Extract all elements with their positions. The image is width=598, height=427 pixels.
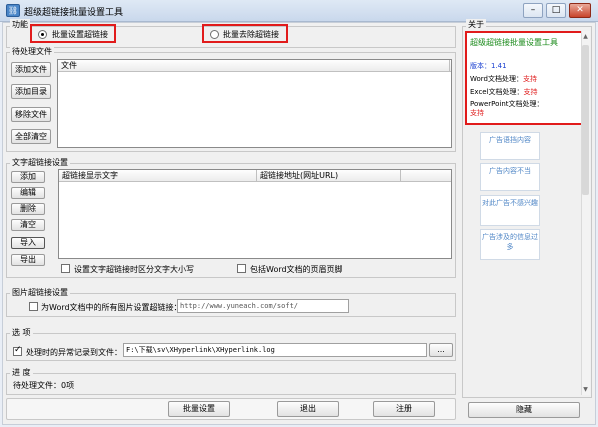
case-sensitive-checkbox[interactable] — [61, 264, 70, 273]
ad-feedback-tile-3[interactable]: 对此广告不感兴趣 — [480, 195, 540, 226]
log-errors-checkbox[interactable]: ✓ — [13, 345, 22, 356]
log-errors-label[interactable]: 处理时的异常记录到文件： — [26, 347, 122, 358]
maximize-button[interactable]: □ — [546, 3, 566, 18]
text-link-label: 文字超链接设置 — [10, 157, 70, 168]
radio-batch-remove[interactable] — [210, 30, 219, 39]
pending-files-list[interactable]: 文件 — [57, 59, 452, 148]
add-folder-button[interactable]: 添加目录 — [11, 84, 51, 99]
browse-log-button[interactable]: ... — [429, 343, 453, 357]
excel-support-value: 支持 — [523, 88, 538, 96]
checkmark-icon: ✓ — [14, 345, 22, 355]
ad-feedback-tile-4[interactable]: 广告涉及的信息过多 — [480, 229, 540, 260]
url-column-label: 超链接地址(网址URL) — [257, 170, 401, 181]
log-file-path-input[interactable]: F:\下载\sv\XHyperlink\XHyperlink.log — [123, 343, 427, 357]
progress-status: 待处理文件：0项 — [13, 381, 75, 390]
ppt-support-label: PowerPoint文档处理： — [470, 100, 544, 108]
ppt-support-value: 支持 — [470, 109, 484, 117]
radio-batch-remove-label[interactable]: 批量去除超链接 — [223, 29, 279, 40]
pending-files-label: 待处理文件 — [10, 46, 54, 57]
add-file-button[interactable]: 添加文件 — [11, 62, 51, 77]
minimize-button[interactable]: – — [523, 3, 543, 18]
export-links-button[interactable]: 导出 — [11, 254, 45, 266]
clear-all-files-button[interactable]: 全部清空 — [11, 129, 51, 144]
about-excel-row: Excel文档处理：支持 — [470, 87, 538, 97]
about-word-row: Word文档处理：支持 — [470, 74, 537, 84]
image-link-checkbox[interactable] — [29, 302, 38, 311]
about-product-name: 超级超链接批量设置工具 — [470, 38, 558, 47]
add-link-button[interactable]: 添加 — [11, 171, 45, 183]
delete-link-button[interactable]: 删除 — [11, 203, 45, 215]
word-support-value: 支持 — [523, 75, 537, 83]
exit-button[interactable]: 退出 — [277, 401, 339, 417]
radio-batch-set-label[interactable]: 批量设置超链接 — [52, 29, 108, 40]
import-links-button[interactable]: 导入 — [11, 237, 45, 249]
image-link-url-input[interactable]: http://www.yuneach.com/soft/ — [177, 299, 349, 313]
link-icon: ⛓ — [6, 4, 20, 17]
scroll-thumb[interactable] — [582, 45, 589, 195]
window-title: 超级超链接批量设置工具 — [24, 8, 124, 18]
function-group-label: 功能 — [10, 19, 30, 30]
radio-batch-set[interactable] — [38, 30, 47, 39]
edit-link-button[interactable]: 编辑 — [11, 187, 45, 199]
excel-support-label: Excel文档处理： — [470, 88, 524, 96]
header-footer-label[interactable]: 包括Word文档的页眉页脚 — [250, 264, 343, 275]
header-footer-checkbox[interactable] — [237, 264, 246, 273]
version-value: 1.41 — [491, 62, 507, 70]
version-label: 版本： — [470, 62, 491, 70]
options-label: 选 项 — [10, 327, 33, 338]
files-column-label: 文件 — [58, 60, 450, 71]
progress-label: 进 度 — [10, 367, 33, 378]
ad-feedback-tile-1[interactable]: 广告语挡内容 — [480, 132, 540, 160]
scroll-down-icon[interactable]: ▼ — [582, 386, 589, 394]
batch-set-button[interactable]: 批量设置 — [168, 401, 230, 417]
word-support-label: Word文档处理： — [470, 75, 523, 83]
register-button[interactable]: 注册 — [373, 401, 435, 417]
close-button[interactable]: ✕ — [569, 3, 591, 18]
image-link-label: 图片超链接设置 — [10, 287, 70, 298]
clear-links-button[interactable]: 清空 — [11, 219, 45, 231]
about-label: 关于 — [466, 19, 486, 30]
files-column-header[interactable]: 文件 — [58, 60, 451, 72]
about-version-row: 版本：1.41 — [470, 61, 507, 71]
case-sensitive-label[interactable]: 设置文字超链接时区分文字大小写 — [74, 264, 194, 275]
radio-selected-dot — [41, 33, 44, 36]
hide-button[interactable]: 隐藏 — [468, 402, 580, 418]
image-link-checkbox-label[interactable]: 为Word文档中的所有图片设置超链接： — [41, 302, 182, 313]
text-links-header[interactable]: 超链接显示文字 超链接地址(网址URL) — [59, 170, 451, 182]
remove-file-button[interactable]: 移除文件 — [11, 107, 51, 122]
scroll-up-icon[interactable]: ▲ — [582, 33, 589, 41]
text-links-list[interactable]: 超链接显示文字 超链接地址(网址URL) — [58, 169, 452, 259]
ad-feedback-tile-2[interactable]: 广告内容不当 — [480, 163, 540, 191]
display-text-column-label: 超链接显示文字 — [59, 170, 257, 181]
